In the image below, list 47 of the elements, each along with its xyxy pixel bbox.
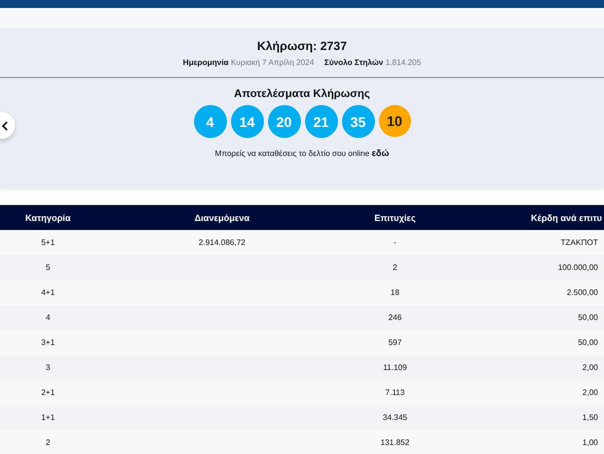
- results-title: Αποτελέσματα Κλήρωσης: [233, 88, 371, 101]
- total-label: Σύνολο Στηλών: [324, 58, 384, 67]
- table-cell: 1,50: [582, 413, 598, 422]
- table-cell: 2.500,00: [566, 288, 598, 297]
- number-ball: 14: [230, 105, 264, 138]
- column-header: Διανεμόμενα: [194, 212, 250, 222]
- table-cell: 2,00: [582, 363, 598, 372]
- table-cell: 597: [388, 338, 402, 347]
- table-cell: 100.000,00: [558, 263, 598, 272]
- table-cell: 3: [46, 363, 50, 372]
- number-ball: 21: [304, 105, 338, 138]
- date-label: Ημερομηνία: [182, 58, 229, 67]
- draw-title: Κλήρωση: 2737: [256, 38, 348, 53]
- chevron-left-icon: [1, 120, 9, 130]
- table-cell: 34.345: [382, 413, 408, 422]
- number-ball: 20: [268, 105, 300, 138]
- table-cell: 2,00: [582, 388, 598, 397]
- number-ball: 4: [194, 105, 226, 138]
- table-cell: 2: [392, 263, 398, 272]
- table-cell: 11.109: [383, 363, 407, 372]
- table-cell: 50,00: [578, 338, 598, 347]
- column-header: Κατηγορία: [25, 212, 71, 222]
- table-cell: -: [394, 238, 396, 247]
- table-cell: 1+1: [41, 413, 55, 422]
- online-note: Μπορείς να καταθέσεις το δελτίο σου online: [214, 149, 370, 158]
- column-header: Κέρδη ανά επιτυ: [530, 212, 602, 222]
- table-cell: 4: [46, 313, 50, 322]
- table-cell: ΤΖΑΚΠΟΤ: [560, 238, 598, 247]
- table-cell: 1,00: [582, 438, 598, 447]
- column-header: Επιτυχίες: [374, 212, 416, 222]
- table-cell: 5: [46, 263, 50, 272]
- total-value: 1.814.205: [385, 58, 422, 67]
- table-cell: 2: [46, 438, 50, 447]
- table-cell: 246: [388, 313, 402, 322]
- table-cell: 2+1: [41, 388, 55, 397]
- table-cell: 50,00: [578, 313, 598, 322]
- table-cell: 131.852: [380, 438, 410, 447]
- table-cell: 2.914.086,72: [198, 238, 246, 247]
- date-value: Κυριακή 7 Απρίλη 2024: [230, 58, 314, 67]
- table-cell: 18: [390, 288, 400, 297]
- table-cell: 3+1: [41, 338, 55, 347]
- bonus-ball: 10: [378, 105, 410, 137]
- table-cell: 7.113: [385, 388, 405, 397]
- table-cell: 5+1: [41, 238, 55, 247]
- number-ball: 35: [342, 105, 374, 138]
- table-cell: 4+1: [41, 288, 55, 297]
- online-link[interactable]: εδώ: [372, 148, 390, 158]
